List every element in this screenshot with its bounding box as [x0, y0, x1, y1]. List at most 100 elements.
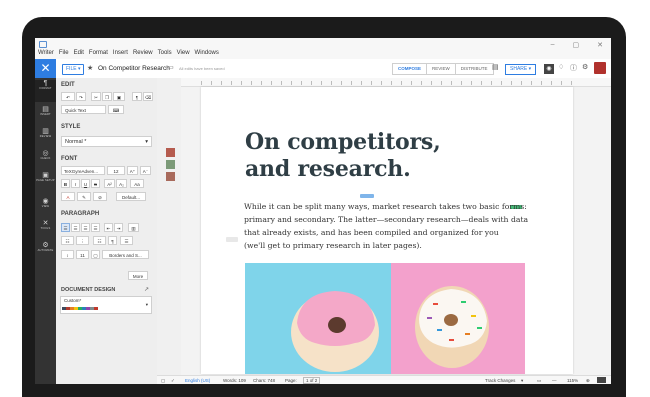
font-shrink-button[interactable]: A⁻: [140, 166, 151, 175]
default-font-button[interactable]: Default...: [116, 192, 146, 201]
layout-icon[interactable]: ▤: [492, 63, 499, 71]
donut-photo[interactable]: [245, 263, 525, 374]
comment-toggle-icon[interactable]: ▢: [161, 378, 165, 384]
mode-distribute[interactable]: DISTRIBUTE: [456, 64, 493, 74]
ruler[interactable]: [181, 78, 611, 87]
page-indicator[interactable]: 1 of 2: [303, 377, 321, 384]
close-panel-button[interactable]: ✕: [35, 59, 56, 78]
gear-icon[interactable]: ⚙: [582, 63, 588, 71]
nav-page-setup[interactable]: ▣ PAGE SETUP: [35, 171, 56, 182]
line-spacing-button[interactable]: ↕: [61, 250, 74, 259]
quick-text-button[interactable]: Quick Text: [61, 105, 106, 114]
spellcheck-icon[interactable]: ✓: [171, 378, 175, 384]
close-icon[interactable]: ✕: [597, 41, 603, 49]
indent-decrease-button[interactable]: ⇤: [104, 223, 113, 232]
file-menu-button[interactable]: FILE ▾: [62, 64, 85, 75]
nav-check[interactable]: ◎ CHECK: [35, 149, 56, 160]
user-avatar[interactable]: [594, 62, 606, 74]
line-spacing-value[interactable]: 11: [76, 250, 89, 259]
outline-button[interactable]: ☷: [93, 236, 106, 245]
presenter-icon[interactable]: ◉: [544, 64, 554, 74]
format-painter-button[interactable]: ¶: [132, 92, 142, 101]
nav-review[interactable]: ▥ REVIEW: [35, 127, 56, 138]
strikethrough-button[interactable]: S: [91, 179, 100, 188]
align-right-button[interactable]: ☰: [81, 223, 90, 232]
cut-button[interactable]: ✂: [91, 92, 101, 101]
collaborator-avatar[interactable]: [166, 148, 175, 157]
zoom-icon[interactable]: ⊕: [586, 378, 590, 384]
fullscreen-icon[interactable]: [597, 377, 606, 383]
numbering-button[interactable]: ⋮: [76, 236, 89, 245]
show-marks-button[interactable]: ¶: [108, 236, 117, 245]
justify-button[interactable]: ☰: [91, 223, 100, 232]
menu-review[interactable]: Review: [133, 50, 153, 56]
minimize-icon[interactable]: –: [551, 41, 555, 49]
document-design-select[interactable]: Custom* ▾: [60, 296, 152, 314]
columns-button[interactable]: ▥: [128, 223, 139, 232]
font-grow-button[interactable]: A⁺: [127, 166, 138, 175]
borders-button[interactable]: Borders and S...: [102, 250, 149, 259]
clear-style-button[interactable]: ⊘: [93, 192, 107, 201]
nav-tools[interactable]: ✕ TOOLS: [35, 219, 56, 230]
nav-view[interactable]: ◉ VIEW: [35, 197, 56, 208]
font-family-select[interactable]: TeXGyreAdven...: [61, 166, 105, 175]
nav-insert[interactable]: ▤ INSERT: [35, 105, 56, 116]
collaborator-avatar[interactable]: [166, 172, 175, 181]
maximize-icon[interactable]: ▢: [573, 41, 580, 49]
highlight-button[interactable]: ✎: [77, 192, 91, 201]
copy-button[interactable]: ❐: [102, 92, 112, 101]
style-select[interactable]: Normal * ▾: [61, 136, 152, 147]
clear-format-button[interactable]: ⌫: [143, 92, 153, 101]
menu-insert[interactable]: Insert: [113, 50, 128, 56]
font-size-select[interactable]: 12: [107, 166, 125, 175]
zoom-out-icon[interactable]: —: [552, 378, 557, 383]
align-center-button[interactable]: ☰: [71, 223, 80, 232]
status-bar: ▢ ✓ English (US) Words: 109 Chars: 748 P…: [157, 375, 611, 384]
bold-button[interactable]: B: [61, 179, 70, 188]
menu-file[interactable]: File: [59, 50, 69, 56]
superscript-button[interactable]: A²: [104, 179, 115, 188]
collaborator-avatar[interactable]: [166, 160, 175, 169]
document-title[interactable]: On Competitor Research: [98, 65, 170, 72]
change-case-button[interactable]: Aa: [130, 179, 144, 188]
nav-format[interactable]: ¶ FORMAT: [35, 80, 56, 102]
align-left-button[interactable]: ☰: [61, 223, 70, 232]
spell-button[interactable]: ⌨: [108, 105, 124, 114]
mode-review[interactable]: REVIEW: [427, 64, 456, 74]
paste-button[interactable]: ▣: [113, 92, 125, 101]
track-changes-toggle[interactable]: Track Changes: [485, 378, 515, 383]
shading-button[interactable]: ▢: [91, 250, 100, 259]
document-body[interactable]: While it can be split many ways, market …: [244, 200, 528, 252]
zoom-level[interactable]: 115%: [567, 378, 578, 383]
menu-tools[interactable]: Tools: [158, 50, 172, 56]
redo-button[interactable]: ↷: [76, 92, 86, 101]
bell-icon[interactable]: ♢: [558, 63, 564, 71]
menu-windows[interactable]: Windows: [195, 50, 219, 56]
menu-format[interactable]: Format: [89, 50, 108, 56]
bullets-button[interactable]: ☷: [61, 236, 74, 245]
menu-view[interactable]: View: [177, 50, 190, 56]
star-icon[interactable]: ★: [87, 64, 93, 72]
indent-increase-button[interactable]: ⇥: [114, 223, 123, 232]
folder-icon[interactable]: ▭: [168, 64, 174, 71]
page-view-icon[interactable]: ▭: [537, 378, 541, 384]
share-button[interactable]: SHARE ▾: [505, 64, 537, 75]
italic-button[interactable]: I: [71, 179, 80, 188]
document-page[interactable]: On competitors, and research. While it c…: [201, 87, 573, 374]
font-color-button[interactable]: A: [61, 192, 75, 201]
subscript-button[interactable]: A₂: [116, 179, 127, 188]
track-changes-dropdown-icon[interactable]: ▾: [521, 378, 523, 384]
undo-button[interactable]: ↶: [61, 92, 75, 101]
nav-automate[interactable]: ⚙ AUTOMATE: [35, 241, 56, 252]
comment-marker[interactable]: [226, 237, 238, 242]
document-heading[interactable]: On competitors, and research.: [245, 129, 525, 183]
menu-writer[interactable]: Writer: [38, 50, 54, 56]
menu-edit[interactable]: Edit: [74, 50, 84, 56]
info-icon[interactable]: ⓘ: [570, 63, 577, 73]
mode-compose[interactable]: COMPOSE: [393, 64, 428, 74]
language-select[interactable]: English (US): [185, 378, 210, 383]
more-button[interactable]: More: [128, 271, 148, 280]
underline-button[interactable]: U: [81, 179, 90, 188]
expand-icon[interactable]: ↗: [144, 286, 149, 293]
list-style-button[interactable]: ☰: [120, 236, 133, 245]
